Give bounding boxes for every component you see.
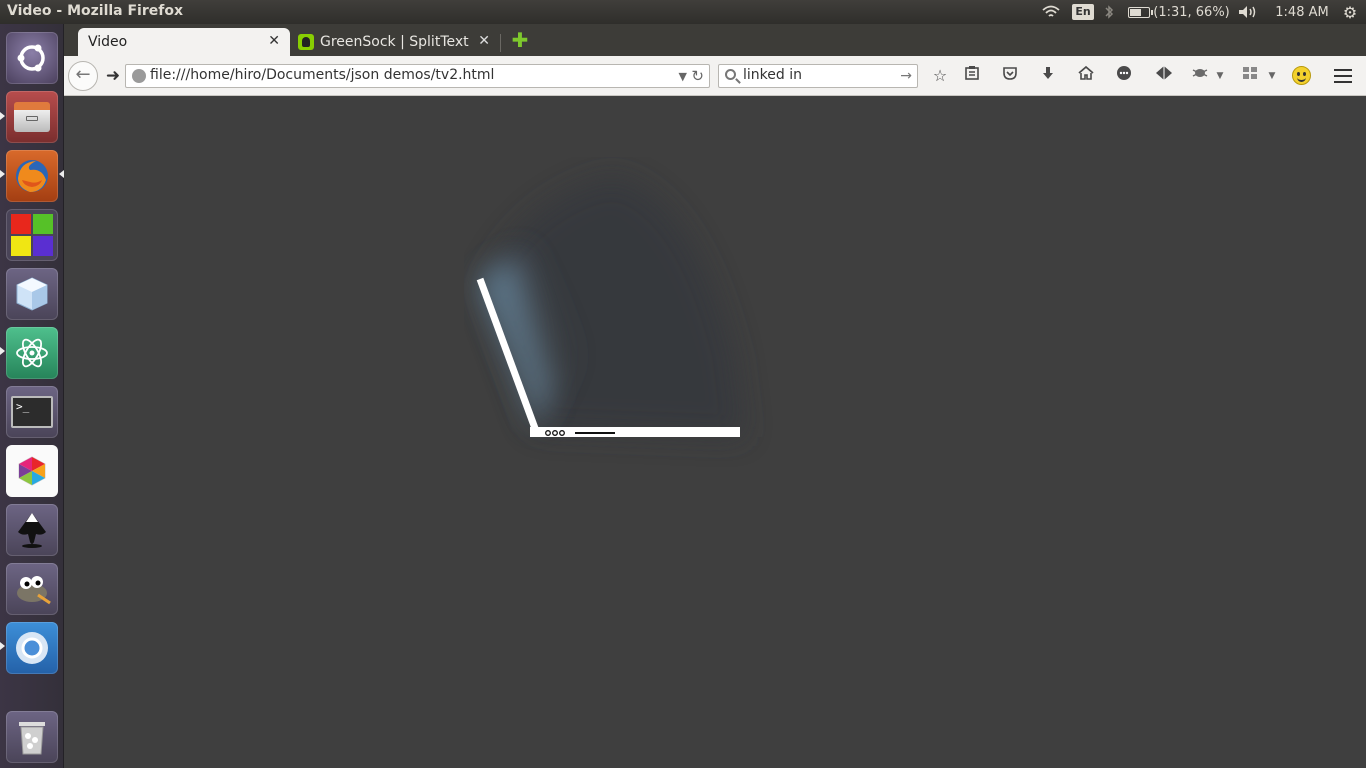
keyboard-layout-label: En [1072, 4, 1094, 20]
home-icon[interactable] [1074, 65, 1098, 87]
battery-level-fill [1130, 8, 1142, 16]
virtualbox-icon[interactable] [6, 268, 58, 320]
firefox-icon[interactable] [6, 150, 58, 202]
clock[interactable]: 1:48 AM [1272, 0, 1332, 24]
terminal-icon[interactable]: >_ [6, 386, 58, 438]
navigation-toolbar: ← ➜ file:///home/hiro/Documents/json dem… [64, 56, 1366, 96]
close-tab-icon[interactable]: ✕ [268, 33, 280, 49]
unity-launcher: >_ [0, 24, 64, 768]
top-panel: Video - Mozilla Firefox En (1:31, 66%) 1… [0, 0, 1366, 24]
tab-separator [500, 34, 501, 52]
extension-dropdown-icon[interactable]: ▼ [1215, 65, 1225, 87]
url-text[interactable]: file:///home/hiro/Documents/json demos/t… [150, 67, 494, 83]
greensock-favicon-icon [298, 34, 314, 50]
search-icon[interactable] [725, 69, 736, 80]
grid-dropdown-icon[interactable]: ▼ [1267, 65, 1277, 87]
gimp-icon[interactable] [6, 563, 58, 615]
running-indicator [0, 170, 5, 178]
reload-icon[interactable]: ↻ [691, 66, 704, 86]
chat-bubble-icon[interactable] [1112, 65, 1136, 87]
new-tab-plus-icon[interactable]: ✚ [510, 30, 530, 50]
laptop-animation [476, 177, 744, 437]
running-indicator [0, 112, 5, 120]
running-indicator [0, 347, 5, 355]
pocket-icon[interactable] [998, 65, 1022, 87]
search-input[interactable]: linked in [743, 67, 802, 83]
trash-icon[interactable] [6, 711, 58, 763]
battery-text: (1:31, 66%) [1153, 4, 1230, 20]
tab-greensock[interactable]: GreenSock | SplitText ✕ [294, 28, 500, 56]
app-cube-icon[interactable] [6, 445, 58, 497]
window-title: Video - Mozilla Firefox [7, 3, 183, 19]
back-arrow-icon[interactable]: ← [68, 61, 98, 91]
close-tab-icon[interactable]: ✕ [478, 33, 490, 49]
battery-indicator[interactable]: (1:31, 66%) [1124, 0, 1234, 24]
tab-label: Video [88, 34, 128, 50]
atom-icon[interactable] [6, 327, 58, 379]
feedback-smiley-icon[interactable] [1292, 66, 1311, 85]
files-icon[interactable] [6, 91, 58, 143]
inkscape-icon[interactable] [6, 504, 58, 556]
keyboard-layout-indicator[interactable]: En [1072, 0, 1094, 24]
battery-icon [1128, 6, 1154, 18]
tab-label: GreenSock | SplitText [320, 34, 469, 50]
extension-bug-icon[interactable] [1188, 65, 1212, 87]
history-dropdown-icon[interactable]: ▼ [679, 67, 687, 87]
site-identity-globe-icon[interactable] [132, 69, 146, 83]
bookmarks-list-icon[interactable] [960, 65, 984, 87]
chromium-icon[interactable] [6, 622, 58, 674]
page-content [64, 97, 1366, 768]
running-indicator [0, 642, 5, 650]
downloads-arrow-icon[interactable] [1036, 65, 1060, 87]
app-grid-icon[interactable] [6, 209, 58, 261]
ubuntu-dash-icon[interactable] [6, 32, 58, 84]
hamburger-menu-icon[interactable] [1334, 69, 1352, 83]
tab-video[interactable]: Video ✕ [78, 28, 290, 56]
url-bar[interactable]: file:///home/hiro/Documents/json demos/t… [125, 64, 710, 88]
bluetooth-icon[interactable] [1101, 0, 1117, 24]
bookmark-star-icon[interactable]: ☆ [928, 65, 952, 87]
session-gear-icon[interactable]: ⚙ [1338, 0, 1362, 24]
grid-extension-icon[interactable] [1238, 65, 1262, 87]
search-bar[interactable]: linked in → [718, 64, 918, 88]
tab-strip: Video ✕ GreenSock | SplitText ✕ ✚ [64, 24, 1366, 56]
wifi-icon[interactable] [1040, 0, 1062, 24]
extension-diamond-icon[interactable] [1152, 65, 1176, 87]
volume-icon[interactable] [1236, 0, 1260, 24]
search-go-arrow-icon[interactable]: → [900, 66, 912, 86]
forward-arrow-icon[interactable]: ➜ [102, 65, 124, 87]
